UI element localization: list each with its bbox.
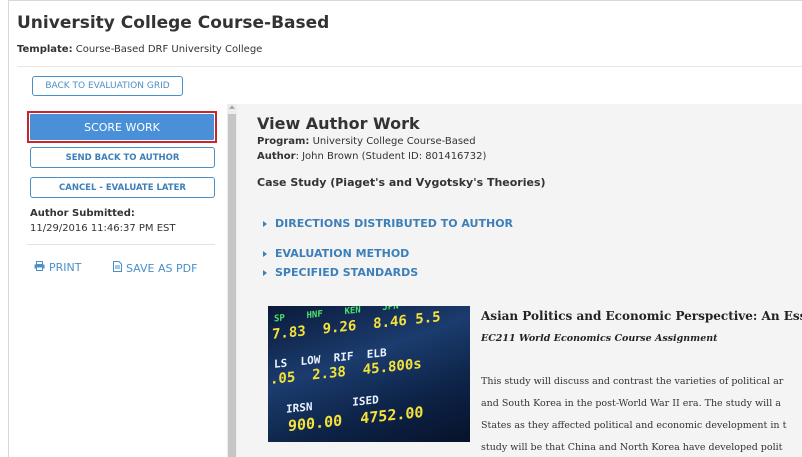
cancel-evaluate-later-button[interactable]: CANCEL - EVALUATE LATER bbox=[30, 177, 215, 198]
author-work-panel: View Author Work Program: University Col… bbox=[237, 104, 802, 457]
directions-distributed-toggle[interactable]: DIRECTIONS DISTRIBUTED TO AUTHOR bbox=[263, 217, 513, 230]
scrollbar-thumb[interactable] bbox=[228, 114, 236, 457]
essay-title: Asian Politics and Economic Perspective:… bbox=[481, 309, 802, 323]
essay-text-line: States as they affected political and ec… bbox=[481, 420, 787, 431]
essay-text-line: study will be that China and North Korea… bbox=[481, 442, 783, 453]
specified-standards-toggle[interactable]: SPECIFIED STANDARDS bbox=[263, 266, 418, 279]
send-back-to-author-button[interactable]: SEND BACK TO AUTHOR bbox=[30, 147, 215, 168]
template-value: Course-Based DRF University College bbox=[75, 44, 263, 55]
page-title: University College Course-Based bbox=[17, 13, 330, 33]
specified-standards-label: SPECIFIED STANDARDS bbox=[275, 266, 419, 279]
program-label: Program: bbox=[257, 136, 310, 147]
save-as-pdf-link[interactable]: SAVE AS PDF bbox=[113, 261, 197, 275]
template-label: Template: bbox=[17, 44, 73, 55]
save-as-pdf-label: SAVE AS PDF bbox=[126, 261, 198, 275]
author-value: : John Brown (Student ID: 801416732) bbox=[295, 151, 487, 162]
back-to-evaluation-grid-button[interactable]: BACK TO EVALUATION GRID bbox=[32, 76, 183, 96]
printer-icon bbox=[34, 261, 45, 274]
essay-subtitle: EC211 World Economics Course Assignment bbox=[481, 333, 718, 344]
essay-text-line: and South Korea in the post-World War II… bbox=[481, 398, 781, 409]
caret-right-icon bbox=[263, 250, 267, 257]
program-line: Program: University College Course-Based bbox=[257, 136, 476, 147]
author-line: Author: John Brown (Student ID: 80141673… bbox=[257, 151, 486, 162]
view-author-work-title: View Author Work bbox=[257, 114, 420, 133]
essay-text-line: This study will discuss and contrast the… bbox=[481, 376, 784, 387]
caret-right-icon bbox=[263, 269, 267, 276]
author-submitted-value: 11/29/2016 11:46:37 PM EST bbox=[30, 223, 176, 234]
author-label: Author bbox=[257, 151, 296, 162]
sidebar-divider bbox=[27, 244, 215, 245]
evaluation-method-label: EVALUATION METHOD bbox=[275, 247, 410, 260]
pdf-file-icon bbox=[113, 261, 122, 275]
directions-label: DIRECTIONS DISTRIBUTED TO AUTHOR bbox=[275, 217, 514, 230]
evaluation-method-toggle[interactable]: EVALUATION METHOD bbox=[263, 247, 409, 260]
program-value: University College Course-Based bbox=[312, 136, 476, 147]
template-line: Template: Course-Based DRF University Co… bbox=[17, 44, 262, 55]
author-submitted-label: Author Submitted: bbox=[30, 208, 135, 219]
stock-ticker-image: SP HNF KEN JPN 7.83 9.26 8.46 5.5 LS LOW… bbox=[268, 306, 470, 442]
score-work-button[interactable]: SCORE WORK bbox=[30, 114, 214, 140]
header-divider bbox=[17, 66, 802, 67]
sidebar-scrollbar[interactable] bbox=[227, 104, 237, 457]
print-link[interactable]: PRINT bbox=[34, 261, 81, 274]
case-study-title: Case Study (Piaget's and Vygotsky's Theo… bbox=[257, 176, 546, 189]
print-label: PRINT bbox=[49, 261, 82, 274]
scroll-up-arrow-icon[interactable] bbox=[229, 105, 235, 109]
action-sidebar: SCORE WORK SEND BACK TO AUTHOR CANCEL - … bbox=[17, 104, 227, 457]
caret-right-icon bbox=[263, 220, 267, 227]
